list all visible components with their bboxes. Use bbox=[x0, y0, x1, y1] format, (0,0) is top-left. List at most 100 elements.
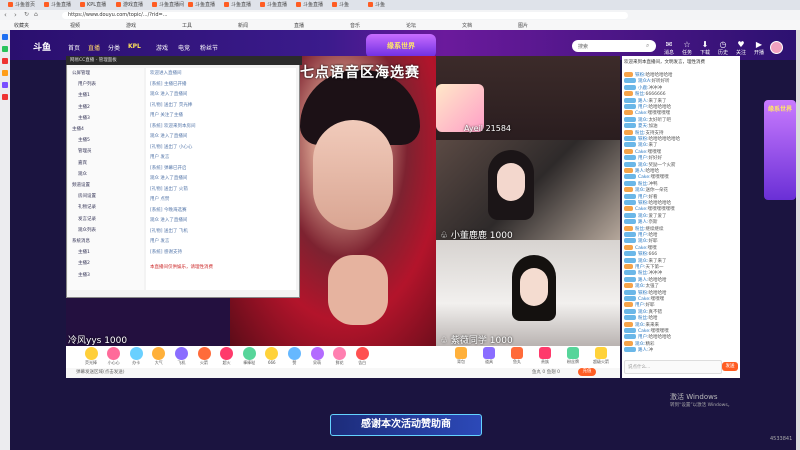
chat-username[interactable]: 用户: bbox=[638, 233, 649, 238]
avatar[interactable] bbox=[770, 41, 783, 54]
sidebar-app-icon[interactable] bbox=[2, 46, 8, 52]
header-icon-button[interactable]: ◷ 历史 bbox=[714, 40, 732, 56]
gift-item[interactable]: 荧光棒 bbox=[80, 347, 102, 366]
chat-username[interactable]: Cake: bbox=[635, 207, 648, 212]
sidebar-app-icon[interactable] bbox=[2, 70, 8, 76]
browser-tab[interactable]: 斗鱼首页 bbox=[8, 1, 42, 9]
chat-username[interactable]: 观众: bbox=[638, 143, 649, 148]
chat-username[interactable]: Cake: bbox=[638, 329, 651, 334]
sidebar-app-icon[interactable] bbox=[2, 82, 8, 88]
gift-item[interactable]: 666 bbox=[261, 347, 283, 365]
chat-username[interactable]: 路人: bbox=[635, 169, 646, 174]
chat-username[interactable]: 铁粉: bbox=[638, 252, 649, 257]
chat-username[interactable]: 观众: bbox=[638, 310, 649, 315]
nav-item[interactable]: 粉丝节 bbox=[200, 43, 218, 52]
sidebar-app-icon[interactable] bbox=[2, 34, 8, 40]
browser-tab[interactable]: 斗鱼直播 bbox=[224, 1, 258, 9]
chat-username[interactable]: 粉丝: bbox=[635, 92, 646, 97]
bookmark-item[interactable]: 文档 bbox=[462, 22, 472, 29]
side-gift-item[interactable]: 贵族 bbox=[532, 347, 558, 365]
chat-username[interactable]: 观众: bbox=[638, 214, 649, 219]
bookmark-item[interactable]: 论坛 bbox=[406, 22, 416, 29]
chat-username[interactable]: 路人: bbox=[638, 278, 649, 283]
bookmark-item[interactable]: 新闻 bbox=[238, 22, 248, 29]
chat-username[interactable]: 观众: bbox=[638, 163, 649, 168]
gift-item[interactable]: 超火 bbox=[216, 347, 238, 366]
bookmark-item[interactable]: 游戏 bbox=[126, 22, 136, 29]
page-scrollbar[interactable] bbox=[796, 30, 800, 450]
url-field[interactable]: https://www.douyu.com/topic/.../?rid=... bbox=[62, 12, 628, 19]
chat-username[interactable]: 用户: bbox=[635, 265, 646, 270]
bookmark-item[interactable]: 直播 bbox=[294, 22, 304, 29]
gift-item[interactable]: 办卡 bbox=[125, 347, 147, 366]
chat-username[interactable]: 粉丝: bbox=[638, 182, 649, 187]
chat-username[interactable]: 铁粉: bbox=[635, 73, 646, 78]
chat-username[interactable]: Cake: bbox=[638, 175, 651, 180]
bookmark-item[interactable]: 视频 bbox=[70, 22, 80, 29]
chat-username[interactable]: 观众: bbox=[635, 342, 646, 347]
chat-username[interactable]: 观众: bbox=[635, 188, 646, 193]
chat-username[interactable]: 铁粉: bbox=[638, 137, 649, 142]
chat-username[interactable]: 粉丝: bbox=[635, 131, 646, 136]
chat-username[interactable]: 路人: bbox=[638, 348, 649, 353]
gift-item[interactable]: 飞机 bbox=[170, 347, 192, 366]
gift-item[interactable]: 鲜花 bbox=[329, 347, 351, 366]
gift-item[interactable]: 赞 bbox=[283, 347, 305, 366]
chat-username[interactable]: 夏天: bbox=[638, 124, 649, 129]
gift-item[interactable]: 小心心 bbox=[103, 347, 125, 366]
browser-tab[interactable]: 游戏直播 bbox=[116, 1, 150, 9]
chat-username[interactable]: 观众A: bbox=[638, 79, 652, 84]
bookmark-item[interactable]: 工具 bbox=[182, 22, 192, 29]
barrage-placeholder[interactable]: 弹幕发送区域(点击发送) bbox=[76, 369, 125, 375]
chat-username[interactable]: 路人: bbox=[638, 220, 649, 225]
send-button[interactable]: 发送 bbox=[722, 362, 738, 371]
chat-username[interactable]: Cake: bbox=[638, 297, 651, 302]
chat-username[interactable]: 粉丝: bbox=[638, 271, 649, 276]
browser-tab[interactable]: 斗鱼直播间 bbox=[152, 1, 186, 9]
nav-item[interactable]: 分类 bbox=[108, 43, 120, 52]
chat-username[interactable]: 观众: bbox=[635, 284, 646, 289]
browser-tab[interactable]: 斗鱼 bbox=[332, 1, 366, 9]
gift-item[interactable]: 火箭 bbox=[193, 347, 215, 366]
chat-username[interactable]: 路人: bbox=[638, 99, 649, 104]
sidebar-app-icon[interactable] bbox=[2, 94, 8, 100]
forward-icon[interactable]: › bbox=[14, 11, 17, 19]
gift-item[interactable]: 呆萌 bbox=[306, 347, 328, 366]
gift-item[interactable]: 大气 bbox=[148, 347, 170, 366]
reload-icon[interactable]: ↻ bbox=[24, 11, 29, 18]
header-icon-button[interactable]: ✉ 消息 bbox=[660, 40, 678, 56]
side-gift-item[interactable]: 道具 bbox=[476, 347, 502, 365]
header-icon-button[interactable]: ⬇ 下载 bbox=[696, 40, 714, 56]
chat-username[interactable]: 观众: bbox=[638, 239, 649, 244]
bookmark-item[interactable]: 音乐 bbox=[350, 22, 360, 29]
side-gift-item[interactable]: 超级火箭 bbox=[588, 347, 614, 365]
browser-tab[interactable]: 斗鱼直播 bbox=[44, 1, 78, 9]
chat-username[interactable]: 观众: bbox=[635, 323, 646, 328]
chat-username[interactable]: 小鹿: bbox=[638, 86, 649, 91]
right-ad-banner[interactable] bbox=[764, 100, 796, 200]
browser-tab[interactable]: 斗鱼直播 bbox=[260, 1, 294, 9]
browser-tab[interactable]: 斗鱼直播 bbox=[296, 1, 330, 9]
event-logo[interactable]: 缘系世界 bbox=[366, 34, 436, 58]
gift-item[interactable]: 告白 bbox=[351, 347, 373, 366]
search-icon[interactable]: ⌕ bbox=[646, 42, 649, 50]
chat-username[interactable]: 观众: bbox=[638, 259, 649, 264]
chat-username[interactable]: Cake: bbox=[635, 111, 648, 116]
gift-item[interactable]: 棒棒哒 bbox=[238, 347, 260, 366]
header-icon-button[interactable]: ☆ 任务 bbox=[678, 40, 696, 56]
chat-username[interactable]: 观众: bbox=[638, 118, 649, 123]
home-icon[interactable]: ⌂ bbox=[34, 11, 38, 18]
chat-username[interactable]: Cake: bbox=[635, 150, 648, 155]
site-logo[interactable]: 斗鱼 bbox=[33, 40, 51, 53]
recharge-button[interactable]: 充值 bbox=[578, 368, 596, 376]
browser-tab[interactable]: KPL直播 bbox=[80, 1, 114, 9]
nav-item[interactable]: 游戏 bbox=[156, 43, 168, 52]
bookmark-item[interactable]: 收藏夹 bbox=[14, 22, 29, 29]
chat-username[interactable]: 用户: bbox=[638, 105, 649, 110]
browser-tab[interactable]: 斗鱼 bbox=[368, 1, 402, 9]
browser-tab[interactable]: 斗鱼直播 bbox=[188, 1, 222, 9]
nav-item[interactable]: 电竞 bbox=[178, 43, 190, 52]
bookmark-item[interactable]: 图片 bbox=[518, 22, 528, 29]
header-icon-button[interactable]: ▶ 开播 bbox=[750, 40, 768, 56]
side-gift-item[interactable]: 粉丝牌 bbox=[560, 347, 586, 365]
